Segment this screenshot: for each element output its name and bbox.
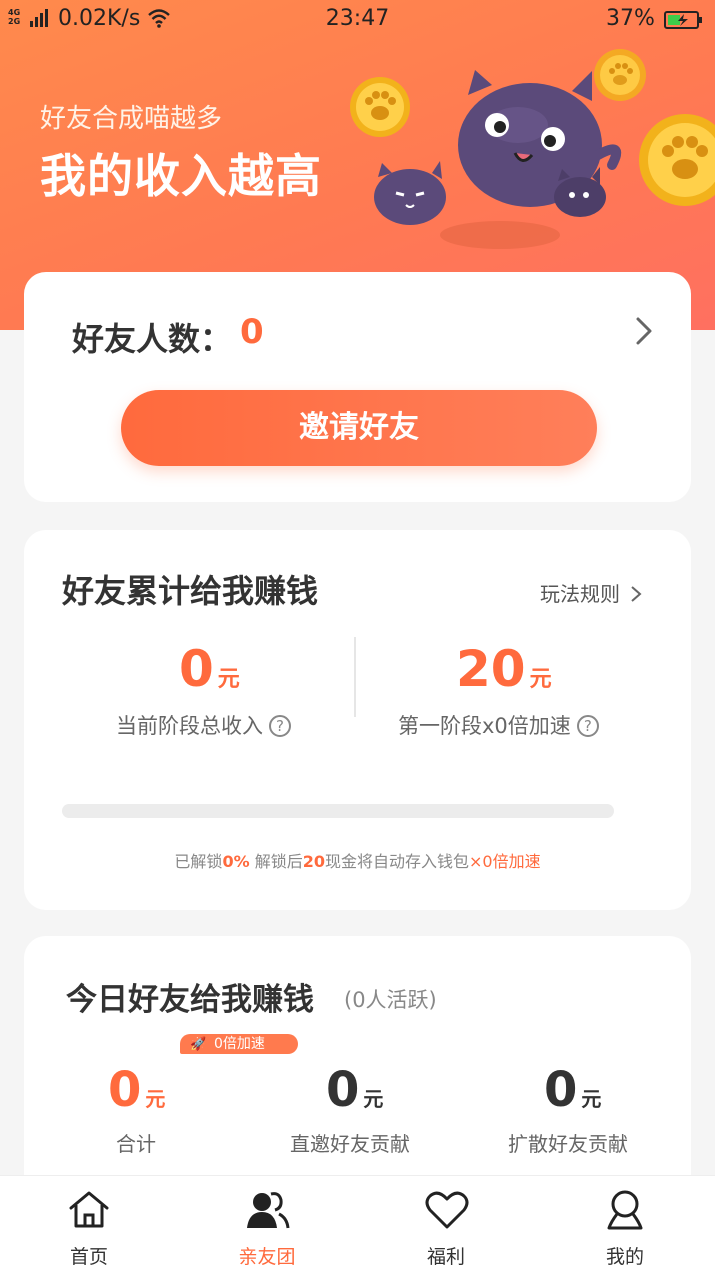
unlock-progress-bar [62,804,614,818]
hero-title: 我的收入越高 [40,149,322,203]
tab-welfare[interactable]: 福利 [357,1176,535,1275]
friends-count-value: 0 [240,312,264,352]
chevron-right-icon[interactable] [634,316,654,346]
friends-count-label: 好友人数： [72,320,233,358]
total-value: 0元 [108,1062,166,1118]
tab-profile[interactable]: 我的 [536,1176,714,1275]
card-title: 今日好友给我赚钱 [66,982,314,1018]
cumulative-earnings-card: 好友累计给我赚钱 玩法规则 0元 当前阶段总收入? 20 元 第一阶段x0倍加速?… [24,530,691,910]
heart-icon [425,1191,469,1229]
spread-contribution-label: 扩散好友贡献 [508,1132,628,1156]
tab-label: 首页 [69,1246,108,1268]
battery-percent: 37% [606,6,655,31]
tab-home[interactable]: 首页 [0,1176,178,1275]
rules-link[interactable]: 玩法规则 [540,578,642,607]
chevron-right-icon [631,586,642,602]
cat-icon [374,161,446,225]
hero-subtitle: 好友合成喵越多 [40,104,223,134]
today-earnings-card: 今日好友给我赚钱 (0人活跃) 🚀 0倍加速 0元 合计 0元 直邀好友贡献 0… [24,936,691,1196]
rules-link-label: 玩法规则 [540,582,620,606]
current-income-label: 当前阶段总收入? [116,710,291,740]
help-icon[interactable]: ? [269,715,291,737]
current-income-value: 0元 [179,640,240,698]
active-friends-count: (0人活跃) [344,988,437,1012]
rocket-icon: 🚀 [190,1037,207,1052]
unlock-info: 已解锁0% 解锁后20现金将自动存入钱包×0倍加速 [174,852,541,871]
card-title: 好友累计给我赚钱 [62,572,319,610]
stage-target-value: 20 元 [456,640,552,698]
tab-label: 我的 [605,1246,644,1268]
friends-group-icon [247,1192,290,1229]
divider [354,637,356,717]
battery-icon [664,11,702,29]
coin-icon [594,49,646,101]
stage-label: 第一阶段x0倍加速? [398,710,599,740]
help-icon[interactable]: ? [576,715,599,737]
cat-coins-illustration [350,49,715,249]
status-bar: 4G 2G 0.02K/s 23:47 37% [0,0,715,40]
invite-friends-button[interactable]: 邀请好友 [121,390,597,466]
tab-label: 亲友团 [238,1246,296,1268]
total-label: 合计 [116,1132,156,1156]
bottom-tab-bar: 首页 亲友团 福利 我的 [0,1175,715,1275]
coin-icon [639,114,715,206]
direct-contribution-value: 0元 [326,1062,384,1118]
home-icon [69,1191,109,1228]
coin-icon [350,77,410,137]
spread-contribution-value: 0元 [544,1062,602,1118]
speed-badge: 🚀 0倍加速 [180,1034,298,1054]
friends-card: 好友人数： 0 邀请好友 [24,272,691,502]
direct-contribution-label: 直邀好友贡献 [290,1132,410,1156]
tab-friends-group[interactable]: 亲友团 [178,1176,356,1275]
profile-icon [607,1190,643,1230]
tab-label: 福利 [426,1246,465,1268]
